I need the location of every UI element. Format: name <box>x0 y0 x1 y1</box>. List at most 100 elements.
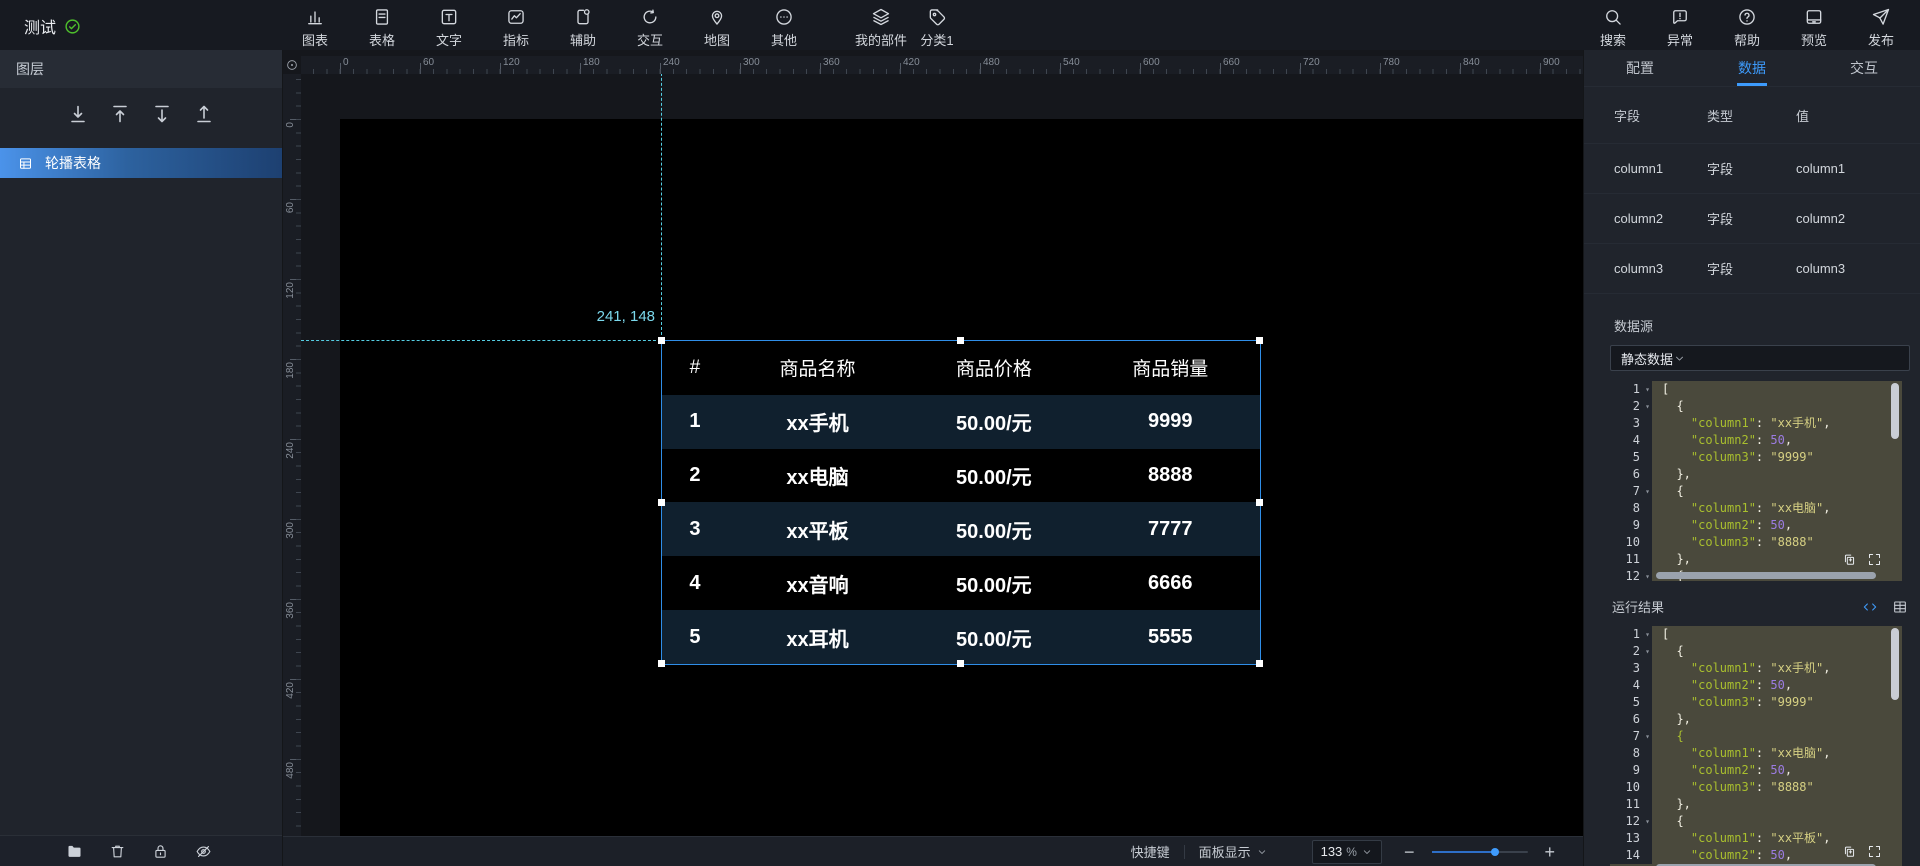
field-header: 字段 <box>1614 106 1707 125</box>
fold-arrow-icon[interactable]: ▾ <box>1645 398 1650 415</box>
fold-arrow-icon[interactable]: ▾ <box>1645 728 1650 745</box>
table-icon <box>372 7 392 27</box>
resize-handle[interactable] <box>658 337 665 344</box>
fullscreen-icon[interactable] <box>1867 844 1882 859</box>
folder-icon <box>66 843 83 860</box>
ruler-label: 180 <box>583 57 600 68</box>
tab-数据[interactable]: 数据 <box>1696 50 1808 86</box>
error-tool[interactable]: 异常 <box>1655 0 1705 50</box>
table-tool[interactable]: 表格 <box>354 0 410 49</box>
copy-icon[interactable] <box>1842 844 1857 859</box>
eye-off-button[interactable] <box>195 843 212 860</box>
shortcut-keys-button[interactable]: 快捷键 <box>1131 842 1170 861</box>
code-line: 1▾[ <box>1610 626 1902 643</box>
line-number: 2▾ <box>1610 398 1652 415</box>
category-tool[interactable]: 分类1 <box>909 0 965 49</box>
code-text: [ <box>1652 626 1669 643</box>
move-bottom-button[interactable] <box>66 102 90 126</box>
search-tool[interactable]: 搜索 <box>1588 0 1638 50</box>
move-up-button[interactable] <box>192 102 216 126</box>
grid-icon[interactable] <box>1892 599 1908 615</box>
carousel-table-widget[interactable]: #商品名称商品价格商品销量1xx手机50.00/元99992xx电脑50.00/… <box>661 340 1261 665</box>
zoom-slider[interactable] <box>1432 851 1528 853</box>
move-top-button[interactable] <box>108 102 132 126</box>
tab-配置[interactable]: 配置 <box>1584 50 1696 86</box>
ruler-tick <box>1460 63 1461 74</box>
ruler-label: 60 <box>423 57 434 68</box>
ruler-tick <box>740 63 741 74</box>
field-row[interactable]: column2字段column2 <box>1584 194 1920 244</box>
trash-button[interactable] <box>109 843 126 860</box>
fold-arrow-icon[interactable]: ▾ <box>1645 381 1650 398</box>
resize-handle[interactable] <box>957 337 964 344</box>
map-tool[interactable]: 地图 <box>689 0 745 49</box>
field-row[interactable]: column3字段column3 <box>1584 244 1920 294</box>
zoom-level-select[interactable]: 133 % <box>1312 840 1382 864</box>
assist-tool[interactable]: 辅助 <box>555 0 611 49</box>
resize-handle[interactable] <box>1256 337 1263 344</box>
move-bottom-icon <box>66 102 90 126</box>
ruler-label: 120 <box>285 282 296 299</box>
ruler-tick <box>290 119 301 120</box>
tab-交互[interactable]: 交互 <box>1808 50 1920 86</box>
ruler-label: 240 <box>663 57 680 68</box>
zoom-in-button[interactable]: + <box>1544 843 1555 861</box>
resize-handle[interactable] <box>658 660 665 667</box>
panel-display-button[interactable]: 面板显示 <box>1199 842 1268 861</box>
chart-tool[interactable]: 图表 <box>287 0 343 49</box>
ruler-label: 540 <box>1063 57 1080 68</box>
line-number: 2▾ <box>1610 643 1652 660</box>
text-tool[interactable]: 文字 <box>421 0 477 49</box>
interact-icon <box>640 7 660 27</box>
copy-icon[interactable] <box>1842 552 1857 567</box>
folder-button[interactable] <box>66 843 83 860</box>
publish-tool[interactable]: 发布 <box>1856 0 1906 50</box>
horizontal-scrollbar[interactable] <box>1656 572 1876 579</box>
line-number: 4 <box>1610 677 1652 694</box>
fold-arrow-icon[interactable]: ▾ <box>1645 643 1650 660</box>
preview-tool[interactable]: 预览 <box>1789 0 1839 50</box>
other-tool[interactable]: 其他 <box>756 0 812 49</box>
line-number: 12▾ <box>1610 813 1652 830</box>
ruler-label: 360 <box>823 57 840 68</box>
resize-handle[interactable] <box>957 660 964 667</box>
ruler-tick <box>290 599 301 600</box>
fold-arrow-icon[interactable]: ▾ <box>1645 483 1650 500</box>
field-cell: 字段 <box>1707 159 1796 178</box>
layer-item-carousel-table[interactable]: 轮播表格 <box>0 148 282 178</box>
resize-handle[interactable] <box>658 499 665 506</box>
snap-guide-vertical <box>661 74 662 340</box>
static-data-editor[interactable]: 1▾[2▾ {3 "column1": "xx手机",4 "column2": … <box>1610 381 1902 581</box>
vertical-scrollbar[interactable] <box>1891 628 1899 700</box>
run-result-editor[interactable]: 1▾[2▾ {3 "column1": "xx手机",4 "column2": … <box>1610 626 1902 866</box>
fold-arrow-icon[interactable]: ▾ <box>1645 626 1650 643</box>
fullscreen-icon[interactable] <box>1867 552 1882 567</box>
interact-tool[interactable]: 交互 <box>622 0 678 49</box>
indicator-tool[interactable]: 指标 <box>488 0 544 49</box>
zoom-out-button[interactable]: − <box>1404 843 1415 861</box>
lock-button[interactable] <box>152 843 169 860</box>
resize-handle[interactable] <box>1256 499 1263 506</box>
line-number: 4 <box>1610 432 1652 449</box>
table-cell: 5 <box>662 626 728 649</box>
widgets-tool[interactable]: 我的部件 <box>853 0 909 49</box>
code-icon[interactable] <box>1862 599 1878 615</box>
move-down-button[interactable] <box>150 102 174 126</box>
vertical-scrollbar[interactable] <box>1891 383 1899 439</box>
field-cell: column2 <box>1614 211 1707 226</box>
line-number: 8 <box>1610 500 1652 517</box>
fold-arrow-icon[interactable]: ▾ <box>1645 813 1650 830</box>
datasource-select[interactable]: 静态数据 <box>1610 345 1910 371</box>
chart-icon <box>305 7 325 27</box>
canvas-area[interactable]: 241, 148 #商品名称商品价格商品销量1xx手机50.00/元99992x… <box>301 74 1583 836</box>
zoom-slider-thumb[interactable] <box>1491 848 1499 856</box>
resize-handle[interactable] <box>1256 660 1263 667</box>
project-title: 测试 <box>24 14 56 38</box>
code-text: "column2": 50, <box>1652 847 1792 864</box>
map-icon <box>707 7 727 27</box>
help-tool[interactable]: 帮助 <box>1722 0 1772 50</box>
field-row[interactable]: column1字段column1 <box>1584 144 1920 194</box>
divider <box>1184 845 1185 859</box>
ruler-tick <box>1380 63 1381 74</box>
fold-arrow-icon[interactable]: ▾ <box>1645 568 1650 581</box>
